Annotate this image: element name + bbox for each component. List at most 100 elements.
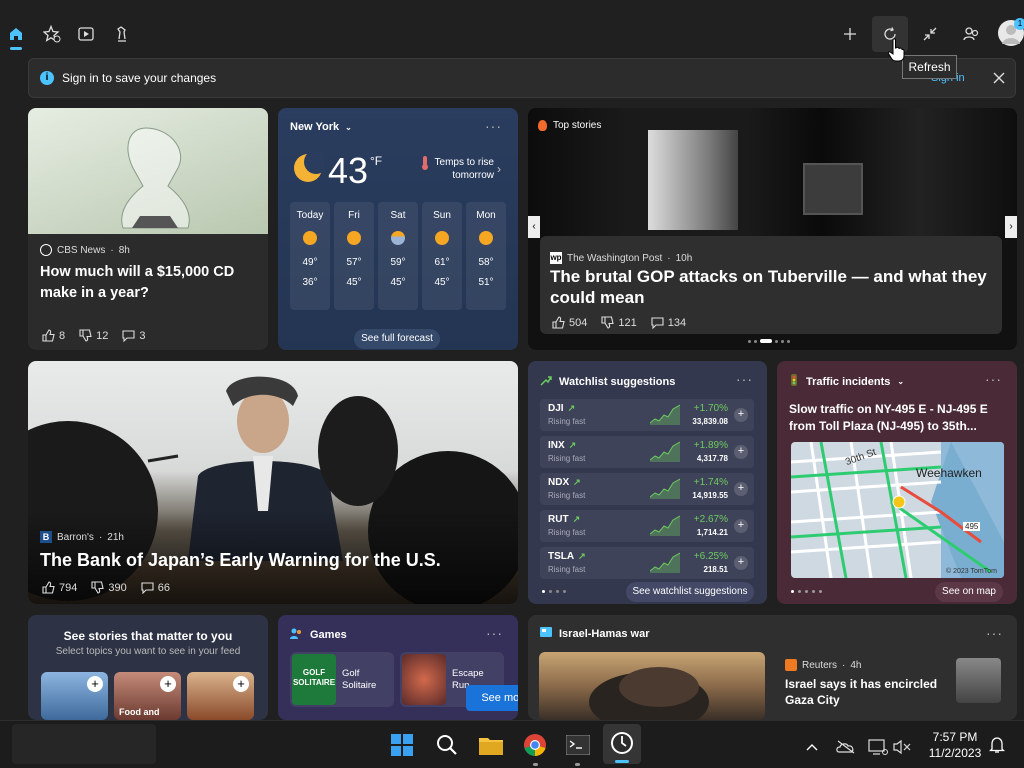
more-options-icon[interactable]: ··· (485, 118, 502, 134)
comment-button[interactable]: 134 (651, 316, 686, 329)
forecast-day-5[interactable]: Mon 58° 51° (466, 202, 506, 310)
games-card[interactable]: Games ··· GOLF SOLITAIRE Golf Solitaire … (278, 615, 518, 720)
chrome-icon[interactable] (521, 731, 549, 759)
carousel-dots[interactable] (748, 339, 790, 343)
add-to-watchlist-icon[interactable]: + (734, 408, 748, 422)
cd-headline[interactable]: How much will a $15,000 CD make in a yea… (40, 262, 255, 304)
banner-text: Sign in to save your changes (62, 71, 217, 85)
collapse-icon[interactable] (916, 20, 944, 48)
more-options-icon[interactable]: ··· (736, 371, 753, 387)
story-source-meta: wp The Washington Post · 10h (550, 252, 693, 264)
carousel-prev-button[interactable]: ‹ (528, 216, 540, 238)
story-headline[interactable]: The brutal GOP attacks on Tuberville — a… (550, 266, 995, 308)
chevron-down-icon: ⌄ (345, 122, 352, 132)
traffic-light-icon (789, 374, 799, 389)
comment-button[interactable]: 3 (122, 329, 146, 342)
dislike-button[interactable]: 12 (79, 329, 108, 342)
see-full-forecast-button[interactable]: See full forecast (354, 329, 440, 349)
game-tile-golf-solitaire[interactable]: GOLF SOLITAIRE Golf Solitaire (290, 652, 394, 707)
clock-date[interactable]: 11/2/2023 (920, 745, 990, 761)
israel-hamas-war-card[interactable]: Israel-Hamas war ··· Reuters · 4h Israel s… (528, 615, 1017, 720)
onedrive-off-icon[interactable] (832, 733, 860, 761)
chess-icon[interactable] (108, 20, 136, 48)
stock-price: 33,839.08 (692, 417, 728, 426)
trend-up-icon: ↗ (567, 403, 576, 413)
stock-row[interactable]: NDX ↗ Rising fast +1.74% 14,919.55 + (540, 473, 754, 505)
forecast-day-3[interactable]: Sat 59° 45° (378, 202, 418, 310)
more-options-icon[interactable]: ··· (986, 625, 1003, 641)
forecast-day-4[interactable]: Sun 61° 45° (422, 202, 462, 310)
cloudy-sun-icon (378, 231, 418, 245)
comment-button[interactable]: 66 (141, 581, 170, 594)
like-button[interactable]: 504 (552, 316, 587, 329)
stock-row[interactable]: RUT ↗ Rising fast +2.67% 1,714.21 + (540, 510, 754, 542)
more-options-icon[interactable]: ··· (985, 371, 1002, 387)
see-watchlist-suggestions-button[interactable]: See watchlist suggestions (626, 582, 754, 602)
add-topic-icon[interactable]: + (233, 676, 249, 692)
chevron-up-icon[interactable] (798, 733, 826, 761)
file-explorer-icon[interactable] (477, 731, 505, 759)
add-to-watchlist-icon[interactable]: + (734, 519, 748, 533)
traffic-pager[interactable] (791, 590, 822, 593)
add-topic-icon[interactable]: + (160, 676, 176, 692)
war-source-meta: Reuters · 4h (785, 659, 861, 671)
weather-card[interactable]: New York ⌄ ··· 43 °F Temps to rise tomorr… (278, 108, 518, 350)
terminal-icon[interactable] (564, 731, 592, 759)
see-on-map-button[interactable]: See on map (935, 582, 1003, 602)
see-more-button[interactable]: See more› (466, 685, 518, 711)
traffic-card[interactable]: Traffic incidents ⌄ ··· Slow traffic on N… (777, 361, 1017, 604)
star-icon[interactable] (38, 20, 66, 48)
carousel-next-button[interactable]: › (1005, 216, 1017, 238)
like-button[interactable]: 794 (42, 581, 77, 594)
boj-news-card[interactable]: B Barron's · 21h The Bank of Japan’s Early… (28, 361, 518, 604)
dislike-button[interactable]: 121 (601, 316, 637, 329)
play-icon[interactable] (72, 20, 100, 48)
stock-row[interactable]: INX ↗ Rising fast +1.89% 4,317.78 + (540, 436, 754, 468)
topic-tile-cars[interactable]: + (187, 672, 254, 720)
watchlist-pager[interactable] (542, 590, 566, 593)
cd-news-card[interactable]: CBS News · 8h How much will a $15,000 CD m… (28, 108, 268, 350)
stock-sparkline (649, 514, 681, 541)
like-button[interactable]: 8 (42, 329, 65, 342)
chevron-right-icon[interactable]: › (497, 162, 501, 176)
home-icon[interactable] (2, 20, 30, 50)
topic-tile-city[interactable]: + (41, 672, 108, 720)
forecast-day-2[interactable]: Fri 57° 45° (334, 202, 374, 310)
start-icon[interactable] (388, 731, 416, 759)
more-options-icon[interactable]: ··· (486, 625, 503, 641)
sun-icon (290, 231, 330, 245)
add-to-watchlist-icon[interactable]: + (734, 445, 748, 459)
add-topic-icon[interactable]: + (87, 676, 103, 692)
add-icon[interactable] (836, 20, 864, 48)
refresh-tooltip: Refresh (902, 55, 957, 79)
top-stories-card[interactable]: Top stories ‹ › wp The Washington Post · 1… (528, 108, 1017, 350)
clock-time[interactable]: 7:57 PM (920, 729, 990, 745)
watchlist-card[interactable]: Watchlist suggestions ··· See watchlist … (528, 361, 767, 604)
trend-up-icon: ↗ (572, 514, 581, 524)
volume-muted-icon[interactable] (888, 733, 916, 761)
add-to-watchlist-icon[interactable]: + (734, 556, 748, 570)
dislike-button[interactable]: 390 (91, 581, 127, 594)
traffic-map[interactable]: 30th St Weehawken 495 © 2023 TomTom (791, 442, 1004, 578)
weather-location[interactable]: New York ⌄ (290, 121, 352, 133)
notification-bell-icon[interactable] (983, 731, 1011, 759)
add-to-watchlist-icon[interactable]: + (734, 482, 748, 496)
clock-app-button[interactable] (603, 724, 641, 764)
traffic-headline[interactable]: Slow traffic on NY-495 E - NJ-495 E from… (789, 401, 1005, 435)
fire-icon (538, 120, 547, 131)
stock-row[interactable]: TSLA ↗ Rising fast +6.25% 218.51 + (540, 547, 754, 579)
people-icon[interactable] (957, 20, 985, 48)
stock-change: +6.25% (693, 551, 728, 562)
forecast-day-label: Sat (390, 210, 406, 221)
war-headline[interactable]: Israel says it has encircled Gaza City (785, 676, 955, 708)
close-icon[interactable] (989, 68, 1009, 88)
topic-tile-food[interactable]: + Food and (114, 672, 181, 720)
stock-row[interactable]: DJI ↗ Rising fast +1.70% 33,839.08 + (540, 399, 754, 431)
forecast-day-label: Mon (476, 210, 496, 221)
story-actions: 504 121 134 (552, 316, 686, 329)
traffic-header[interactable]: Traffic incidents ⌄ (789, 374, 904, 389)
forecast-day-1[interactable]: Today 49° 36° (290, 202, 330, 310)
boj-headline[interactable]: The Bank of Japan’s Early Warning for th… (40, 550, 441, 571)
taskbar-widget-area[interactable] (12, 724, 156, 764)
search-icon[interactable] (433, 731, 461, 759)
